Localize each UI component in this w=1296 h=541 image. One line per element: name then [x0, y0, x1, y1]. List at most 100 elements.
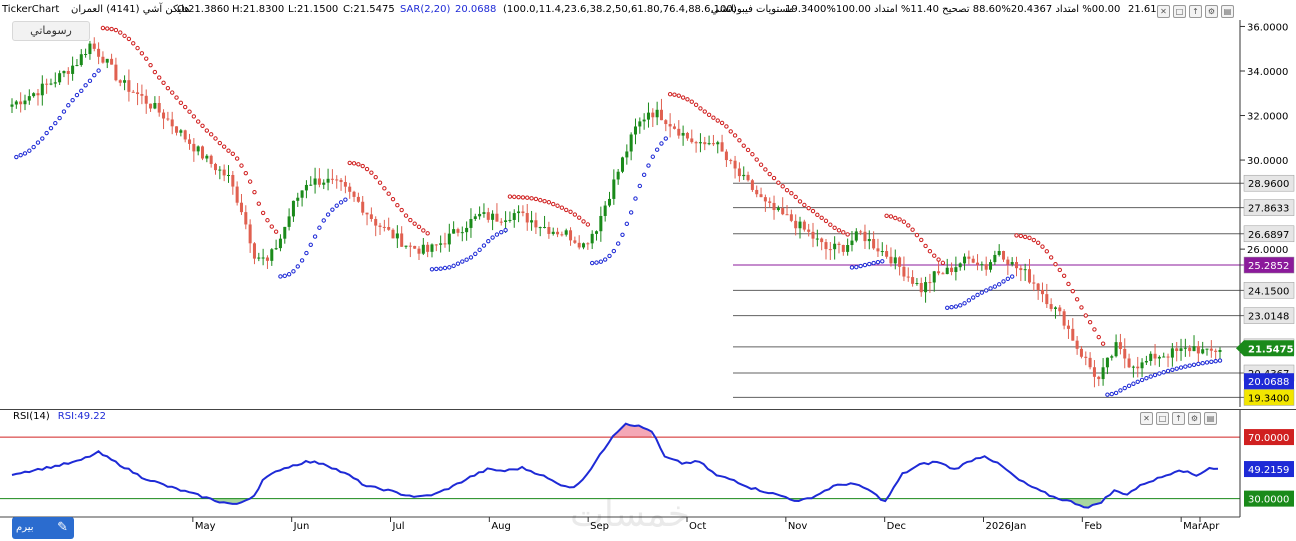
drawing-tools-button[interactable]: بيرم ✎ — [12, 517, 74, 539]
candle-body — [659, 109, 663, 121]
sar-dot — [525, 195, 530, 200]
candle-body — [1019, 268, 1023, 271]
candle-body — [963, 256, 967, 264]
sar-dot — [602, 257, 608, 262]
candle-body — [1066, 325, 1070, 329]
time-tick-label: May — [195, 521, 216, 532]
candle-body — [110, 58, 114, 65]
candle-body — [625, 151, 629, 158]
candle-body — [270, 249, 274, 261]
sar-dot — [182, 104, 188, 110]
sar-dot — [758, 162, 764, 167]
rsi-axis: 70.0000 30.0000 49.2159 — [1244, 429, 1294, 507]
candle-body — [967, 256, 971, 259]
candle-body — [1144, 360, 1148, 363]
candle-body — [646, 112, 650, 120]
candle-body — [538, 227, 542, 229]
sar-dot — [100, 25, 106, 31]
sar-dot — [620, 232, 625, 237]
candle-body — [668, 124, 672, 127]
sar-dot — [74, 92, 80, 98]
sar-dot — [195, 119, 201, 124]
candle-body — [343, 182, 347, 187]
candle-body — [824, 242, 828, 250]
candle-body — [283, 226, 287, 239]
sar-dot — [429, 267, 435, 272]
candle-body — [309, 184, 313, 186]
time-tick-label: 2026Jan — [986, 521, 1027, 532]
candle-body — [374, 218, 378, 226]
sar-dot — [1005, 276, 1011, 282]
price-tick-label: 26.0000 — [1247, 245, 1288, 256]
candle-body — [239, 202, 243, 213]
candle-body — [304, 184, 308, 191]
candle-body — [716, 142, 720, 145]
sar-dot — [490, 235, 495, 240]
sar-dot — [278, 274, 283, 279]
sar-dot — [464, 257, 469, 262]
sar-dot — [369, 170, 374, 175]
sar-dot — [61, 109, 67, 114]
candle-body — [75, 65, 79, 67]
candle-body — [149, 103, 153, 109]
sar-dot — [460, 259, 465, 264]
time-tick-label: Nov — [788, 521, 808, 532]
sar-dot — [473, 251, 478, 257]
sar-dot — [1178, 365, 1184, 370]
candle-body — [235, 186, 239, 203]
sar-dot — [724, 124, 729, 129]
candle-body — [395, 233, 399, 239]
candle-body — [863, 231, 867, 242]
candle-body — [1014, 262, 1019, 269]
sar-dot — [996, 282, 1002, 287]
price-tick-label: 36.0000 — [1247, 22, 1288, 33]
candle-body — [45, 83, 49, 85]
sar-dot — [1126, 383, 1132, 389]
candle-body — [1205, 348, 1209, 350]
sar-dot — [836, 228, 842, 233]
candle-body — [491, 213, 495, 220]
candle-body — [1010, 262, 1014, 265]
sar-dot — [1217, 358, 1223, 363]
sar-dot — [1074, 297, 1080, 302]
candle-body — [724, 151, 728, 161]
candle-body — [759, 194, 763, 198]
time-tick-label: Aug — [491, 521, 511, 532]
candle-body — [1127, 358, 1131, 368]
sar-dot — [187, 109, 192, 114]
time-tick-label: Jul — [392, 521, 405, 532]
candle-body — [499, 221, 503, 223]
sar-dot — [18, 152, 23, 158]
sar-dot — [325, 212, 331, 217]
candle-body — [257, 257, 261, 259]
candle-body — [66, 71, 70, 74]
candle-body — [287, 216, 291, 227]
sar-dot — [880, 259, 885, 264]
candle-body — [265, 257, 269, 261]
candle-body — [560, 234, 564, 236]
sar-dot — [31, 144, 36, 150]
sar-dot — [1022, 234, 1028, 240]
candle-body — [785, 214, 789, 216]
sar-dot — [884, 213, 889, 219]
sar-dot — [131, 41, 136, 46]
sar-dot — [780, 184, 785, 189]
candle-body — [278, 238, 282, 249]
rsi-last-label: 49.2159 — [1248, 465, 1289, 476]
candle-body — [763, 197, 767, 202]
sar-dot — [1087, 320, 1093, 325]
candle-body — [512, 213, 516, 220]
candle-body — [200, 146, 205, 159]
sar-dot — [906, 223, 911, 228]
sar-dot — [992, 284, 998, 289]
sar-dot — [27, 148, 32, 153]
sar-dot — [122, 33, 127, 39]
candle-body — [612, 179, 616, 199]
candle-body — [356, 196, 360, 202]
candle-body — [828, 249, 832, 251]
candle-body — [984, 264, 988, 270]
sar-dot — [499, 229, 504, 235]
candle-body — [62, 71, 66, 74]
candle-body — [902, 266, 906, 277]
sar-dot — [633, 196, 638, 201]
